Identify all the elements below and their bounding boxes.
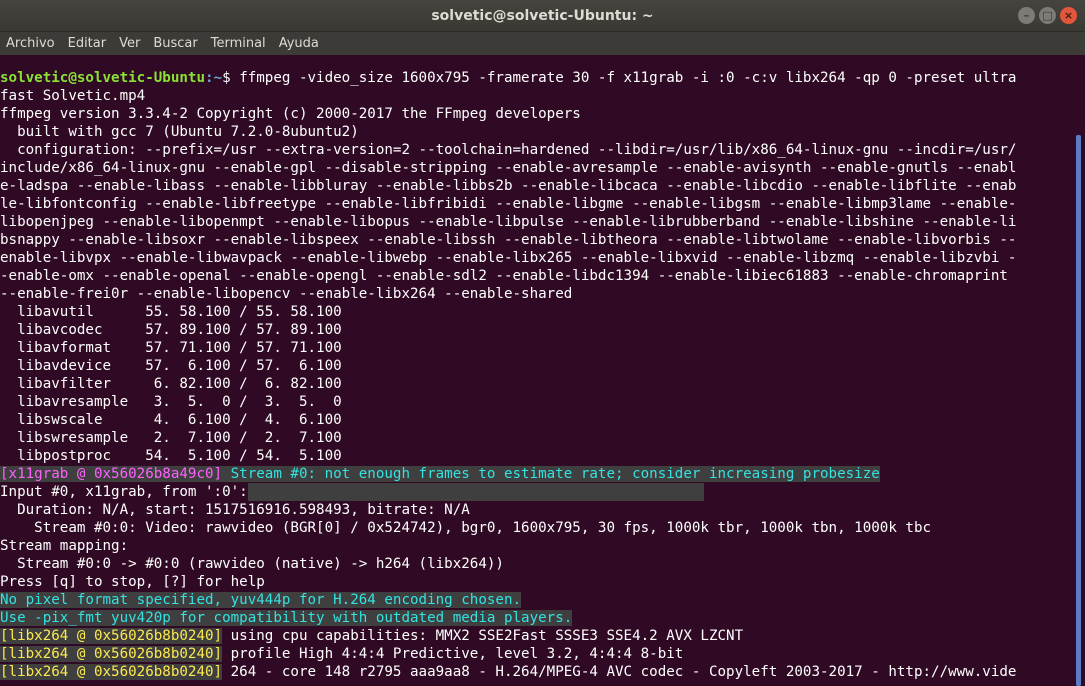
menu-ayuda[interactable]: Ayuda: [273, 36, 326, 51]
terminal-line: libavfilter 6. 82.100 / 6. 82.100: [0, 376, 342, 392]
highlight-fill: [247, 483, 704, 501]
terminal-line: le-libfontconfig --enable-libfreetype --…: [0, 196, 1017, 212]
terminal-line: Press [q] to stop, [?] for help: [0, 574, 265, 590]
window-title: solvetic@solvetic-Ubuntu: ~: [431, 7, 654, 24]
window-controls: – □ ×: [1018, 7, 1077, 24]
libx264-tag: [libx264 @ 0x56026b8b0240]: [0, 628, 223, 644]
terminal-line: libswresample 2. 7.100 / 2. 7.100: [0, 430, 342, 446]
libx264-message: profile High 4:4:4 Predictive, level 3.2…: [222, 646, 684, 662]
libx264-line: [libx264 @ 0x56026b8b0240] using cpu cap…: [0, 627, 1070, 645]
x11grab-message: Stream #0: not enough frames to estimate…: [222, 466, 880, 482]
info-text: No pixel format specified, yuv444p for H…: [0, 592, 522, 608]
menu-terminal[interactable]: Terminal: [205, 36, 273, 51]
prompt-path: :~: [205, 70, 223, 86]
x11grab-warning-line: [x11grab @ 0x56026b8a49c0] Stream #0: no…: [0, 465, 1070, 483]
terminal-line: Duration: N/A, start: 1517516916.598493,…: [0, 502, 470, 518]
terminal-line: libavresample 3. 5. 0 / 3. 5. 0: [0, 394, 342, 410]
terminal-line: libopenjpeg --enable-libopenmpt --enable…: [0, 214, 1017, 230]
terminal-line: libswscale 4. 6.100 / 4. 6.100: [0, 412, 342, 428]
terminal-output[interactable]: solvetic@solvetic-Ubuntu:~$ ffmpeg -vide…: [0, 69, 1070, 686]
prompt-symbol: $: [222, 70, 240, 86]
terminal-scrollbar[interactable]: [1076, 135, 1081, 686]
libx264-line: [libx264 @ 0x56026b8b0240] 264 - core 14…: [0, 663, 1070, 681]
terminal-line: enable-libvpx --enable-libwavpack --enab…: [0, 250, 1017, 266]
terminal-line: include/x86_64-linux-gnu --enable-gpl --…: [0, 160, 1017, 176]
terminal-line: Stream #0:0: Video: rawvideo (BGR[0] / 0…: [0, 520, 932, 536]
terminal-line: libpostproc 54. 5.100 / 54. 5.100: [0, 448, 342, 464]
menu-editar[interactable]: Editar: [62, 36, 114, 51]
libx264-message: using cpu capabilities: MMX2 SSE2Fast SS…: [222, 628, 744, 644]
terminal-line: e-ladspa --enable-libass --enable-libblu…: [0, 178, 1017, 194]
maximize-button[interactable]: □: [1039, 7, 1056, 24]
info-line: No pixel format specified, yuv444p for H…: [0, 591, 1070, 609]
terminal-line: Stream #0:0 -> #0:0 (rawvideo (native) -…: [0, 556, 504, 572]
menu-buscar[interactable]: Buscar: [147, 36, 204, 51]
input-line-text: Input #0, x11grab, from ':0':: [0, 484, 248, 500]
terminal-line: built with gcc 7 (Ubuntu 7.2.0-8ubuntu2): [0, 124, 359, 140]
minimize-button[interactable]: –: [1018, 7, 1035, 24]
terminal-line: libavcodec 57. 89.100 / 57. 89.100: [0, 322, 342, 338]
terminal-line: Stream mapping:: [0, 538, 129, 554]
terminal-line: configuration: --prefix=/usr --extra-ver…: [0, 142, 1017, 158]
prompt-command: ffmpeg -video_size 1600x795 -framerate 3…: [239, 70, 1017, 86]
close-button[interactable]: ×: [1060, 7, 1077, 24]
menu-bar: Archivo Editar Ver Buscar Terminal Ayuda: [0, 32, 1085, 55]
terminal-line: bsnappy --enable-libsoxr --enable-libspe…: [0, 232, 1017, 248]
libx264-line: [libx264 @ 0x56026b8b0240] profile High …: [0, 645, 1070, 663]
terminal-line: ffmpeg version 3.3.4-2 Copyright (c) 200…: [0, 106, 581, 122]
info-text: Use -pix_fmt yuv420p for compatibility w…: [0, 610, 573, 626]
x11grab-tag: [x11grab @ 0x56026b8a49c0]: [0, 466, 223, 482]
terminal-line: --enable-frei0r --enable-libopencv --ena…: [0, 286, 573, 302]
terminal-line: fast Solvetic.mp4: [0, 88, 146, 104]
terminal-line: libavdevice 57. 6.100 / 57. 6.100: [0, 358, 342, 374]
prompt-line: solvetic@solvetic-Ubuntu:~$ ffmpeg -vide…: [0, 69, 1070, 87]
prompt-user-host: solvetic@solvetic-Ubuntu: [0, 70, 205, 86]
terminal-line: -enable-omx --enable-openal --enable-ope…: [0, 268, 1008, 284]
info-line: Use -pix_fmt yuv420p for compatibility w…: [0, 609, 1070, 627]
title-bar[interactable]: solvetic@solvetic-Ubuntu: ~ – □ ×: [0, 0, 1085, 32]
terminal-line: libavformat 57. 71.100 / 57. 71.100: [0, 340, 342, 356]
terminal-line: Input #0, x11grab, from ':0':: [0, 483, 1070, 501]
menu-archivo[interactable]: Archivo: [0, 36, 62, 51]
libx264-tag: [libx264 @ 0x56026b8b0240]: [0, 646, 223, 662]
menu-ver[interactable]: Ver: [113, 36, 147, 51]
libx264-message: 264 - core 148 r2795 aaa9aa8 - H.264/MPE…: [222, 664, 1017, 680]
terminal-line: libavutil 55. 58.100 / 55. 58.100: [0, 304, 342, 320]
libx264-tag: [libx264 @ 0x56026b8b0240]: [0, 664, 223, 680]
